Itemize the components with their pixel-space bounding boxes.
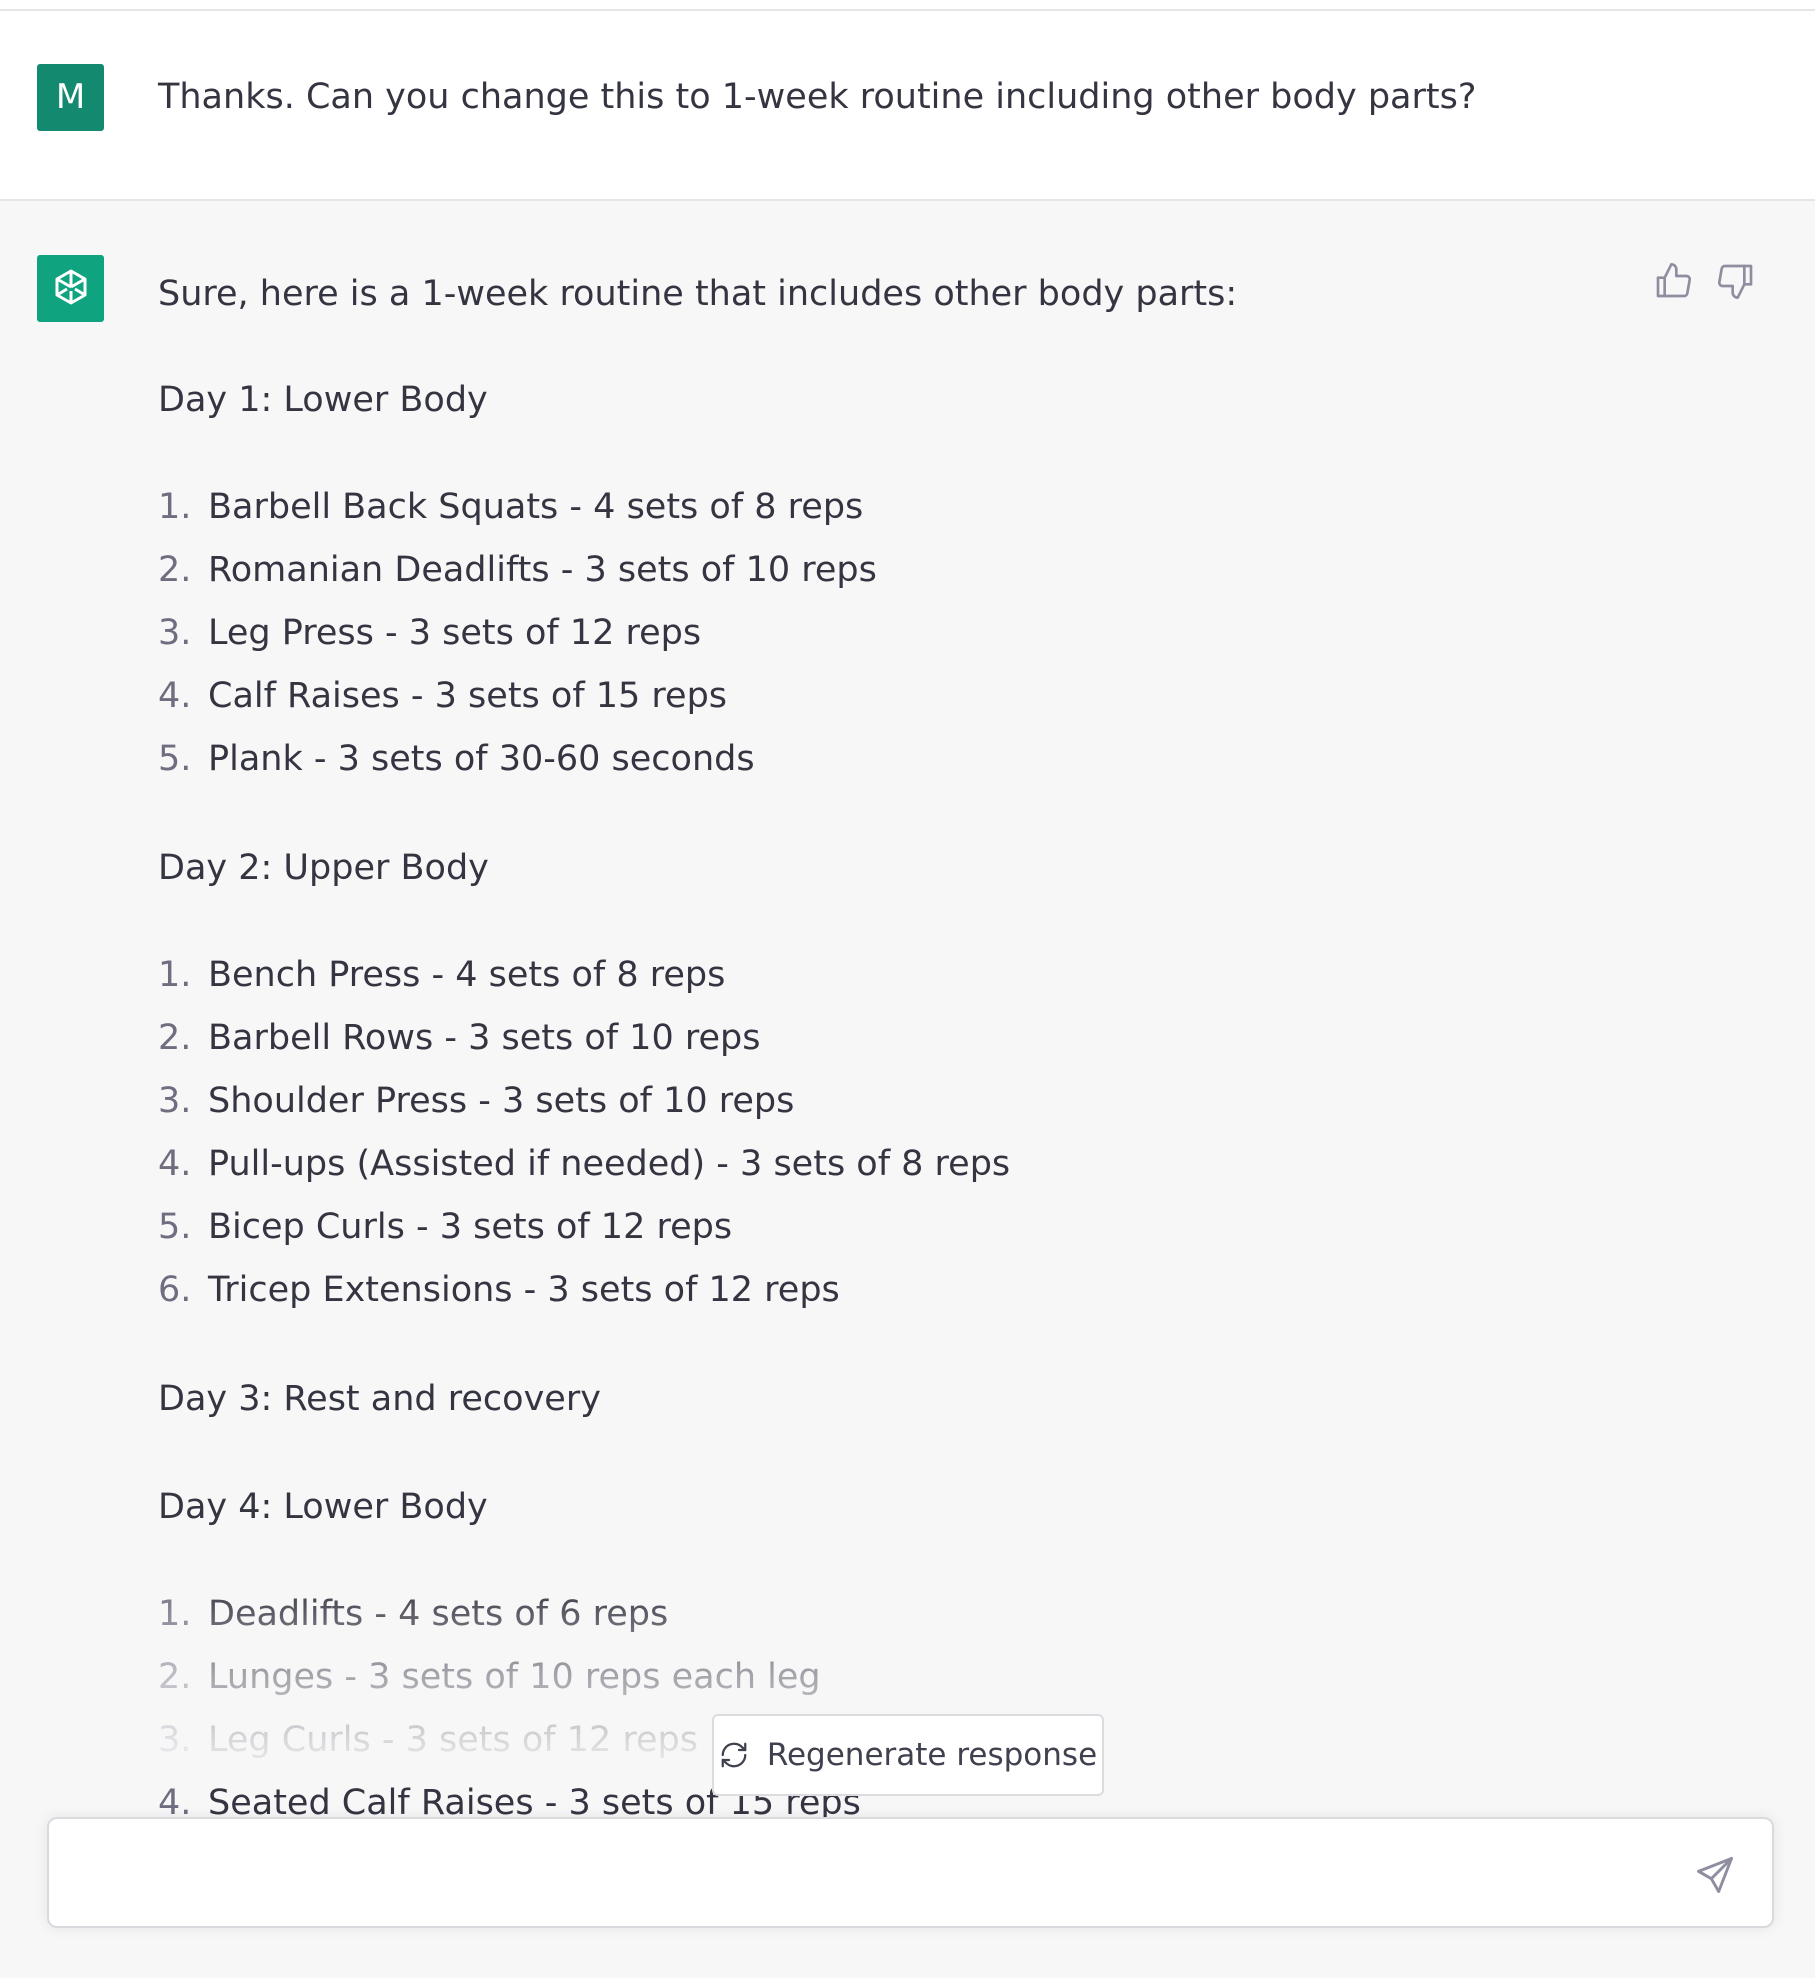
- prompt-input[interactable]: [77, 1847, 1681, 1899]
- user-message-text: Thanks. Can you change this to 1-week ro…: [158, 77, 1477, 117]
- openai-logo-icon: [55, 269, 86, 304]
- user-avatar: M: [37, 64, 104, 131]
- list-item: 4. Pull-ups (Assisted if needed) - 3 sets…: [158, 1144, 1011, 1184]
- day-heading: Day 1: Lower Body: [158, 380, 488, 420]
- thumbs-down-icon[interactable]: [1716, 261, 1756, 301]
- list-item: 4. Calf Raises - 3 sets of 15 reps: [158, 676, 728, 716]
- list-item: 1. Deadlifts - 4 sets of 6 reps: [158, 1594, 669, 1634]
- thumbs-up-icon[interactable]: [1653, 261, 1693, 301]
- list-item: 3. Leg Curls - 3 sets of 12 reps: [158, 1720, 698, 1760]
- user-message-row: M Thanks. Can you change this to 1-week …: [0, 11, 1815, 201]
- assistant-message-row: Sure, here is a 1-week routine that incl…: [0, 201, 1815, 1978]
- assistant-avatar: [37, 255, 104, 322]
- day-heading: Day 4: Lower Body: [158, 1487, 488, 1527]
- day-heading: Day 3: Rest and recovery: [158, 1379, 601, 1419]
- list-item: 1. Bench Press - 4 sets of 8 reps: [158, 955, 726, 995]
- response-intro: Sure, here is a 1-week routine that incl…: [158, 274, 1238, 314]
- refresh-icon: [721, 1742, 747, 1768]
- list-item: 1. Barbell Back Squats - 4 sets of 8 reps: [158, 487, 864, 527]
- list-item: 2. Romanian Deadlifts - 3 sets of 10 reps: [158, 550, 877, 590]
- list-item: 3. Leg Press - 3 sets of 12 reps: [158, 613, 702, 653]
- day-heading: Day 2: Upper Body: [158, 848, 489, 888]
- list-item: 6. Tricep Extensions - 3 sets of 12 reps: [158, 1270, 840, 1310]
- send-button[interactable]: [1693, 1853, 1737, 1897]
- message-composer: [47, 1817, 1774, 1928]
- paper-plane-icon: [1697, 1857, 1733, 1893]
- regenerate-label: Regenerate response: [766, 1737, 1098, 1773]
- list-item: 3. Shoulder Press - 3 sets of 10 reps: [158, 1081, 795, 1121]
- list-item: 5. Bicep Curls - 3 sets of 12 reps: [158, 1207, 733, 1247]
- list-item: 2. Barbell Rows - 3 sets of 10 reps: [158, 1018, 761, 1058]
- regenerate-response-button[interactable]: Regenerate response: [712, 1714, 1104, 1796]
- list-item: 2. Lunges - 3 sets of 10 reps each leg: [158, 1657, 821, 1697]
- list-item: 5. Plank - 3 sets of 30-60 seconds: [158, 739, 755, 779]
